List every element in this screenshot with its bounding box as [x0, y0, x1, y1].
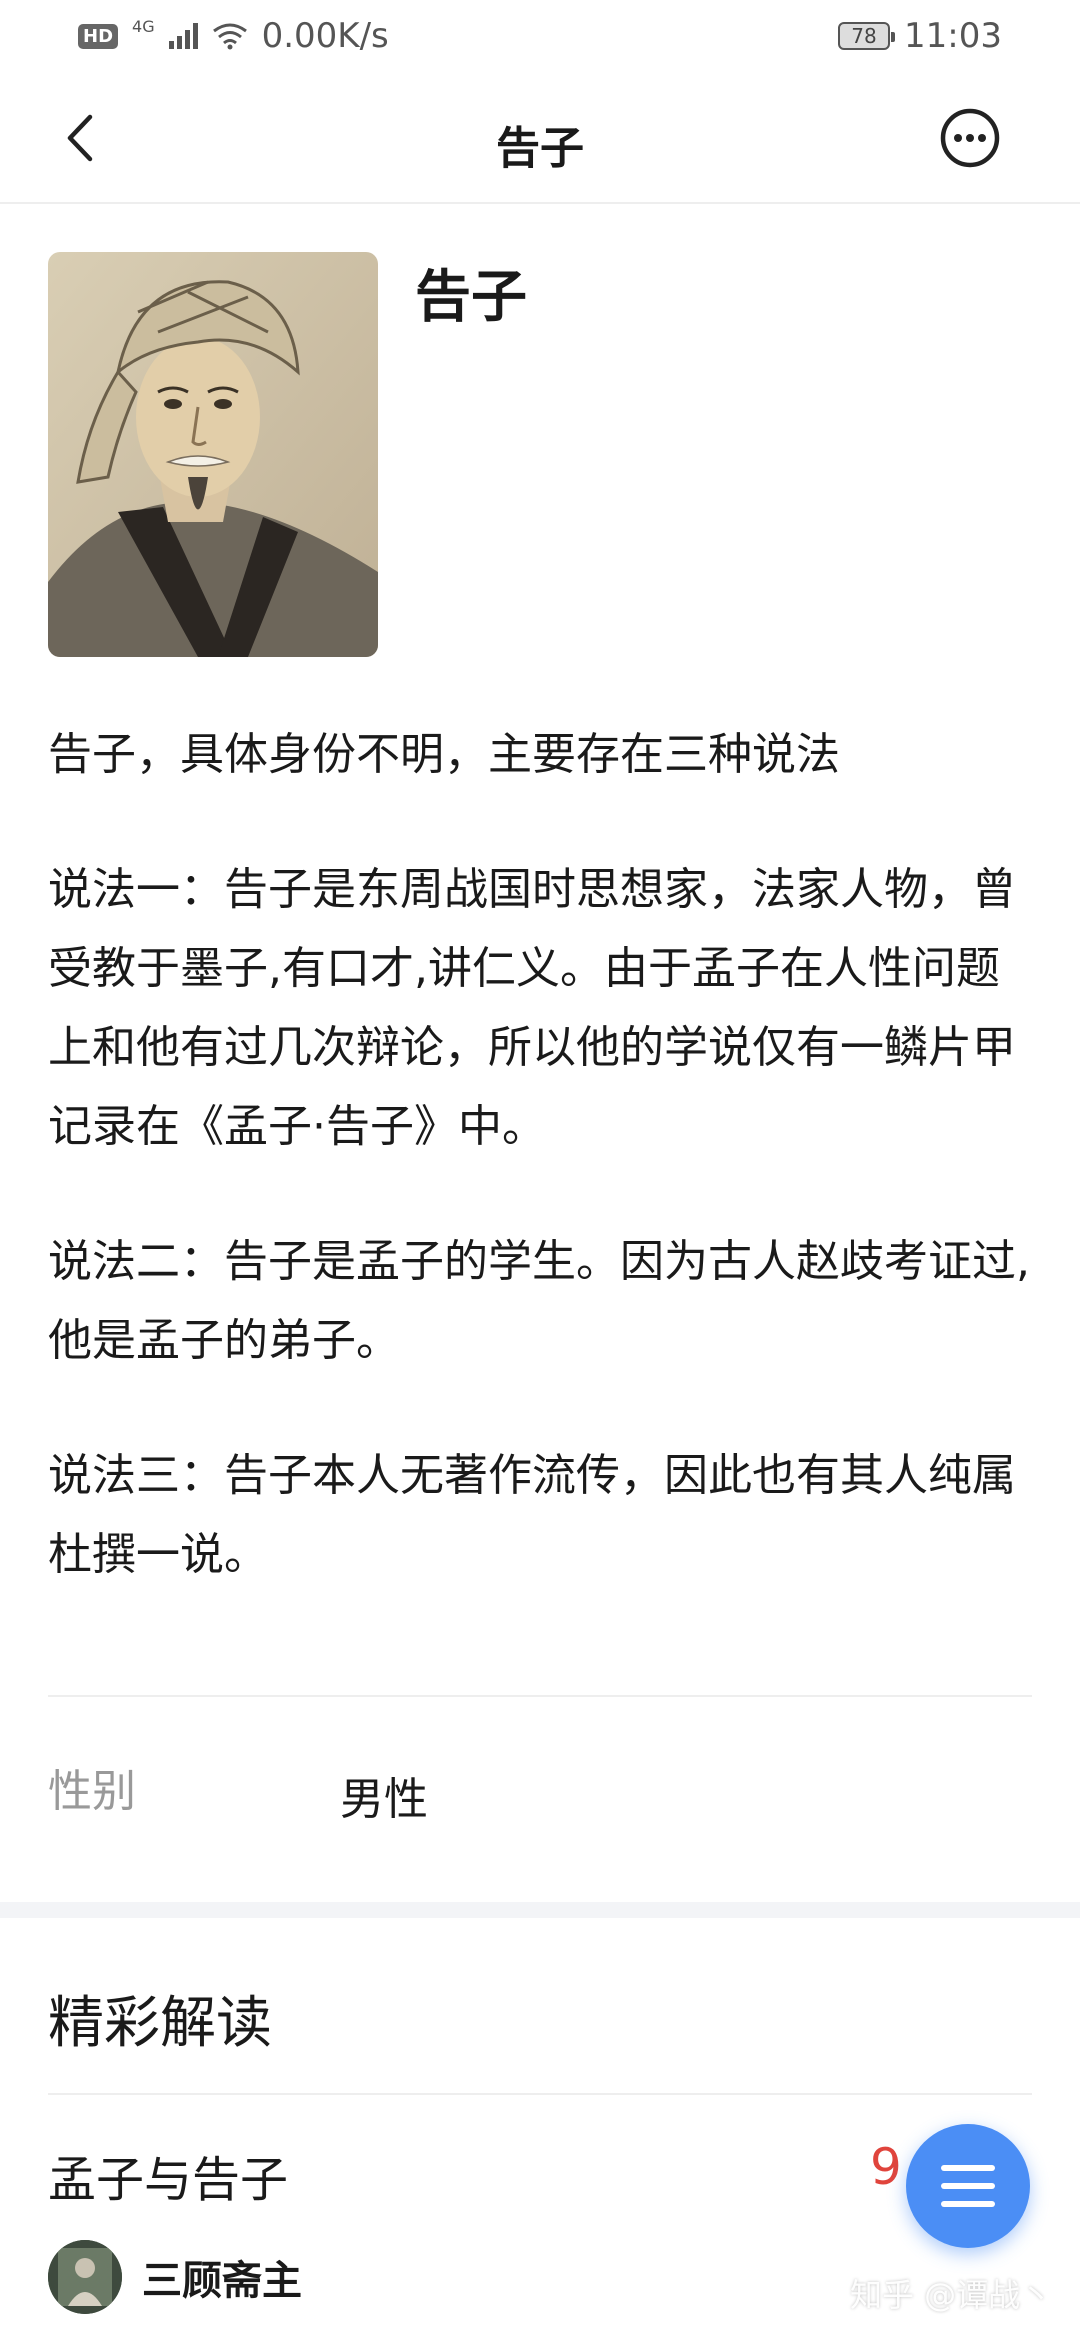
more-button[interactable]	[938, 106, 1002, 170]
menu-icon	[941, 2165, 995, 2207]
bio-paragraph: 说法二：告子是孟子的学生。因为古人赵歧考证过,他是孟子的弟子。	[48, 1236, 1030, 1366]
network-speed: 0.00K/s	[261, 16, 389, 56]
status-bar: HD 4G 0.00K/s 78 11:03	[0, 0, 1080, 72]
network-type: 4G	[132, 16, 155, 36]
bio-paragraph: 告子，具体身份不明，主要存在三种说法	[48, 729, 840, 780]
section-title: 精彩解读	[48, 1991, 272, 2056]
status-left: HD 4G 0.00K/s	[78, 16, 389, 56]
signal-icon	[168, 23, 198, 49]
portrait-image	[48, 252, 378, 657]
wifi-icon	[212, 23, 247, 50]
divider	[48, 1695, 1032, 1697]
divider	[48, 2093, 1032, 2095]
hd-badge: HD	[78, 23, 119, 49]
author-row[interactable]: 三顾斋主	[48, 2240, 302, 2314]
author-name[interactable]: 三顾斋主	[142, 2248, 302, 2306]
article-count-badge: 9	[870, 2138, 902, 2196]
bio-paragraph: 说法三：告子本人无著作流传，因此也有其人纯属杜撰一说。	[48, 1450, 1016, 1580]
clock: 11:03	[904, 16, 1002, 56]
avatar[interactable]	[48, 2240, 122, 2314]
gender-label: 性别	[48, 1766, 136, 1817]
menu-fab-button[interactable]	[906, 2124, 1030, 2248]
watermark: 知乎 @谭战丶	[850, 2276, 1053, 2314]
article-title[interactable]: 孟子与告子	[48, 2140, 288, 2210]
gender-value: 男性	[340, 1774, 428, 1825]
nav-bar: 告子	[0, 72, 1080, 204]
battery-level: 78	[851, 24, 877, 48]
profile-name: 告子	[415, 265, 527, 330]
status-right: 78 11:03	[838, 16, 1002, 56]
page-title: 告子	[496, 123, 584, 174]
bio-text: 告子，具体身份不明，主要存在三种说法 说法一：告子是东周战国时思想家，法家人物，…	[48, 715, 1038, 1594]
bio-paragraph: 说法一：告子是东周战国时思想家，法家人物，曾受教于墨子,有口才,讲仁义。由于孟子…	[48, 864, 1016, 1152]
section-separator	[0, 1902, 1080, 1918]
battery-icon: 78	[838, 22, 896, 50]
page: HD 4G 0.00K/s 78 11:03 告子 告子 告子，具体身份不明，主…	[0, 0, 1080, 2340]
more-circle-icon	[940, 108, 1000, 168]
